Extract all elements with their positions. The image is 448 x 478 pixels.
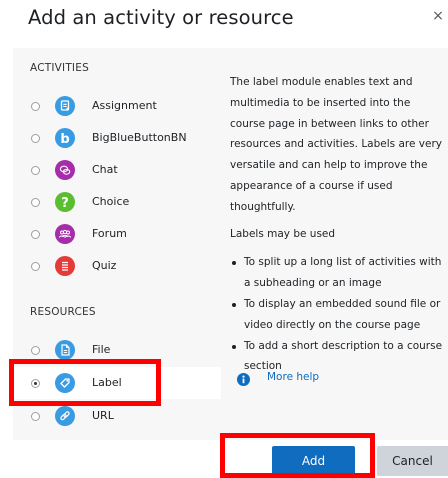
option-label: Forum <box>92 227 127 240</box>
modal-title: Add an activity or resource <box>28 6 294 29</box>
option-bigbluebuttonbn[interactable]: b BigBlueButtonBN <box>13 122 221 154</box>
option-url[interactable]: URL <box>13 400 221 432</box>
chat-icon <box>55 160 75 180</box>
close-icon[interactable]: × <box>430 8 446 24</box>
option-label-resource[interactable]: Label <box>13 367 221 399</box>
svg-text:?: ? <box>61 196 69 211</box>
choice-icon: ? <box>55 192 75 212</box>
file-icon <box>55 340 75 360</box>
option-label: Chat <box>92 163 118 176</box>
quiz-icon <box>55 256 75 276</box>
option-file[interactable]: File <box>13 334 221 366</box>
option-label: URL <box>92 409 114 422</box>
radio-assignment[interactable] <box>31 102 40 111</box>
option-assignment[interactable]: Assignment <box>13 90 221 122</box>
radio-choice[interactable] <box>31 198 40 207</box>
radio-quiz[interactable] <box>31 262 40 271</box>
label-icon <box>55 373 75 393</box>
radio-bigbluebuttonbn[interactable] <box>31 134 40 143</box>
list-item: To split up a long list of activities wi… <box>230 252 444 294</box>
url-icon <box>55 406 75 426</box>
add-button[interactable]: Add <box>272 446 355 476</box>
more-help-link[interactable]: More help <box>267 371 319 383</box>
description-paragraph: The label module enables text and multim… <box>230 76 442 213</box>
option-label: BigBlueButtonBN <box>92 131 187 144</box>
assignment-icon <box>55 96 75 116</box>
info-icon <box>237 371 250 386</box>
forum-icon <box>55 224 75 244</box>
option-label: Assignment <box>92 99 157 112</box>
radio-url[interactable] <box>31 412 40 421</box>
radio-forum[interactable] <box>31 230 40 239</box>
option-label: Choice <box>92 195 130 208</box>
option-quiz[interactable]: Quiz <box>13 250 221 282</box>
description-list: To split up a long list of activities wi… <box>230 252 444 377</box>
svg-text:b: b <box>60 132 69 147</box>
bigbluebutton-icon: b <box>55 128 75 148</box>
option-choice[interactable]: ? Choice <box>13 186 221 218</box>
radio-chat[interactable] <box>31 166 40 175</box>
option-label: Quiz <box>92 259 117 272</box>
option-label: File <box>92 343 111 356</box>
radio-file[interactable] <box>31 346 40 355</box>
list-item: To add a short description to a course s… <box>230 336 444 378</box>
cancel-button[interactable]: Cancel <box>377 446 448 476</box>
module-description: The label module enables text and multim… <box>230 72 444 377</box>
option-label: Label <box>92 376 122 389</box>
activities-header: ACTIVITIES <box>30 62 89 74</box>
resources-header: RESOURCES <box>30 306 96 318</box>
option-chat[interactable]: Chat <box>13 154 221 186</box>
description-paragraph: Labels may be used <box>230 227 336 240</box>
option-forum[interactable]: Forum <box>13 218 221 250</box>
radio-label[interactable] <box>31 379 40 388</box>
list-item: To display an embedded sound file or vid… <box>230 294 444 336</box>
